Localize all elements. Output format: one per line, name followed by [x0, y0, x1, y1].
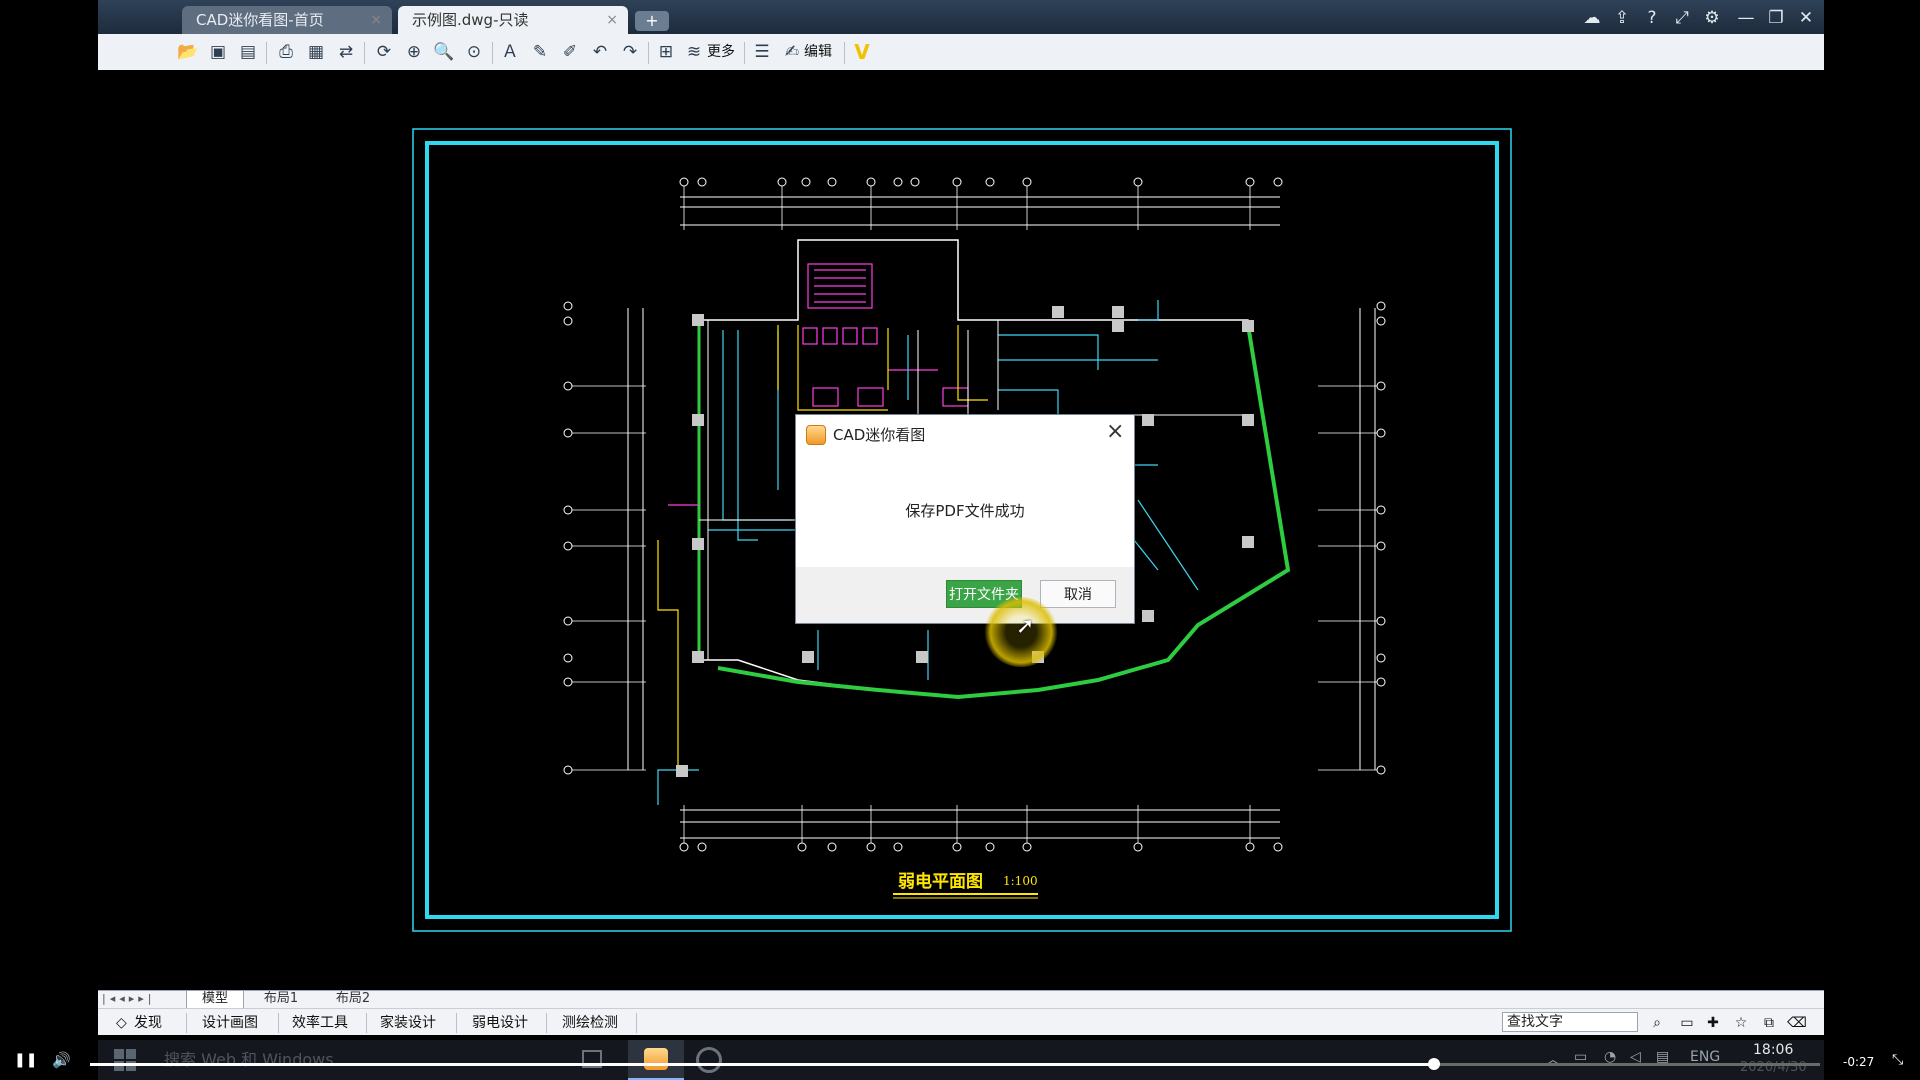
share-icon[interactable]: ⇪: [1610, 7, 1634, 29]
status-bar: ◇ 发现 设计画图 效率工具 家装设计 弱电设计 测绘检测 查找文字 ⌕ ▭ ✚…: [98, 1008, 1824, 1035]
convert-icon[interactable]: ⇄: [334, 40, 358, 64]
layout-tabs-bar: |◂◂▸▸| 模型 布局1 布局2: [98, 990, 1824, 1010]
layout-tab-2[interactable]: 布局2: [320, 991, 386, 1008]
text-icon[interactable]: Ａ: [498, 40, 522, 64]
status-separator: [186, 1013, 187, 1033]
status-efficiency-tools[interactable]: 效率工具: [292, 1013, 348, 1033]
star-icon[interactable]: ☆: [1730, 1013, 1752, 1033]
open-file-icon[interactable]: 📂: [176, 40, 200, 64]
video-fullscreen-icon[interactable]: ⤡: [1892, 1052, 1903, 1068]
tab-home[interactable]: CAD迷你看图-首页 ×: [182, 6, 392, 34]
app-logo-icon: [806, 425, 826, 445]
undo-icon[interactable]: ↶: [588, 40, 612, 64]
save-as-icon[interactable]: ▤: [236, 40, 260, 64]
save-icon[interactable]: ▣: [206, 40, 230, 64]
settings-icon[interactable]: ⚙: [1700, 7, 1724, 29]
discover-icon: ◇: [116, 1015, 127, 1031]
zoom-in-icon[interactable]: 🔍: [432, 40, 456, 64]
drawing-scale: 1:100: [1003, 874, 1038, 888]
tray-chevron-icon[interactable]: ︿: [1546, 1049, 1560, 1069]
status-home-design[interactable]: 家装设计: [380, 1013, 436, 1033]
close-button[interactable]: ✕: [1794, 7, 1818, 29]
tab-home-close-icon[interactable]: ×: [370, 6, 382, 34]
tab-drawing-close-icon[interactable]: ×: [606, 6, 618, 34]
minimize-button[interactable]: —: [1734, 7, 1758, 29]
highlighter-icon[interactable]: ✐: [558, 40, 582, 64]
tab-home-label: CAD迷你看图-首页: [196, 11, 324, 29]
mouse-cursor-icon: ➚: [1016, 614, 1035, 639]
taskbar-cad-app[interactable]: [628, 1040, 684, 1080]
taskbar-browser-icon[interactable]: [696, 1047, 722, 1073]
status-separator: [278, 1013, 279, 1033]
toolbar-separator: [844, 42, 845, 64]
toolbar: 📂 ▣ ▤ ⎙ ▦ ⇄ ⟳ ⊕ 🔍 ⊙ Ａ ✎ ✐ ↶ ↷ ⊞ ≋ 更多 ☰ ✍…: [98, 34, 1824, 71]
vip-icon[interactable]: V: [850, 40, 874, 64]
edit-icon[interactable]: ✍: [780, 40, 804, 64]
zoom-window-icon[interactable]: ⊕: [402, 40, 426, 64]
tab-drawing[interactable]: 示例图.dwg-只读 ×: [398, 6, 628, 34]
video-remaining-time: -0:27: [1843, 1055, 1875, 1069]
crosshair-icon[interactable]: ✚: [1702, 1013, 1724, 1033]
search-text-input[interactable]: 查找文字: [1502, 1012, 1638, 1032]
status-separator: [546, 1013, 547, 1033]
taskbar-search[interactable]: 搜索 Web 和 Windows: [164, 1046, 464, 1074]
toolbar-separator: [266, 42, 267, 64]
cloud-icon[interactable]: ☁: [1580, 7, 1604, 29]
more-icon[interactable]: ≋: [682, 40, 706, 64]
status-discover[interactable]: 发现: [134, 1013, 162, 1033]
export-pdf-icon[interactable]: ▦: [304, 40, 328, 64]
status-weak-current[interactable]: 弱电设计: [472, 1013, 528, 1033]
drawing-title: 弱电平面图: [898, 871, 983, 892]
pen-icon[interactable]: ✎: [528, 40, 552, 64]
cancel-button[interactable]: 取消: [1040, 580, 1116, 608]
status-separator: [456, 1013, 457, 1033]
eraser-icon[interactable]: ⌫: [1786, 1013, 1808, 1033]
layers-icon[interactable]: ☰: [750, 40, 774, 64]
more-button[interactable]: 更多: [707, 40, 735, 64]
layout-tab-1[interactable]: 布局1: [248, 991, 314, 1008]
title-bar: CAD迷你看图-首页 × 示例图.dwg-只读 × + ☁ ⇪ ? ⤢ ⚙ — ❐ …: [98, 0, 1824, 34]
dialog-title: CAD迷你看图: [833, 426, 926, 444]
dialog-close-icon[interactable]: ×: [1106, 419, 1124, 444]
page-icon[interactable]: ▭: [1676, 1013, 1698, 1033]
save-success-dialog: CAD迷你看图 × 保存PDF文件成功 打开文件夹 取消: [795, 414, 1135, 624]
print-icon[interactable]: ⎙: [274, 40, 298, 64]
video-progress-fill: [90, 1063, 1435, 1066]
tab-drawing-label: 示例图.dwg-只读: [412, 11, 529, 29]
toolbar-separator: [648, 42, 649, 64]
measure-icon[interactable]: ⊞: [654, 40, 678, 64]
volume-icon[interactable]: 🔊: [52, 1051, 71, 1069]
status-separator: [366, 1013, 367, 1033]
toolbar-separator: [492, 42, 493, 64]
new-tab-button[interactable]: +: [635, 11, 669, 31]
fullscreen-icon[interactable]: ⤢: [1670, 7, 1694, 29]
status-separator: [636, 1013, 637, 1033]
tray-time: 18:06: [1753, 1042, 1794, 1058]
status-survey[interactable]: 测绘检测: [562, 1013, 618, 1033]
toolbar-separator: [364, 42, 365, 64]
zoom-extent-icon[interactable]: ⊙: [462, 40, 486, 64]
search-icon[interactable]: ⌕: [1646, 1013, 1668, 1033]
redo-icon[interactable]: ↷: [618, 40, 642, 64]
layout-nav-arrows[interactable]: |◂◂▸▸|: [102, 992, 166, 1008]
window-icon[interactable]: ⧉: [1758, 1013, 1780, 1033]
edit-button[interactable]: 编辑: [804, 40, 832, 64]
dialog-title-bar: CAD迷你看图 ×: [796, 415, 1134, 453]
windows-start-icon[interactable]: [114, 1049, 136, 1071]
windows-taskbar: 搜索 Web 和 Windows ︿ ▭ ◔ ◁ ▤ ENG 18:06 202…: [98, 1040, 1824, 1080]
help-icon[interactable]: ?: [1640, 7, 1664, 29]
toolbar-separator: [744, 42, 745, 64]
restore-button[interactable]: ❐: [1764, 7, 1788, 29]
rotate-icon[interactable]: ⟳: [372, 40, 396, 64]
pause-icon[interactable]: ❚❚: [14, 1052, 37, 1068]
dialog-message: 保存PDF文件成功: [905, 502, 1025, 520]
status-design-draw[interactable]: 设计画图: [202, 1013, 258, 1033]
